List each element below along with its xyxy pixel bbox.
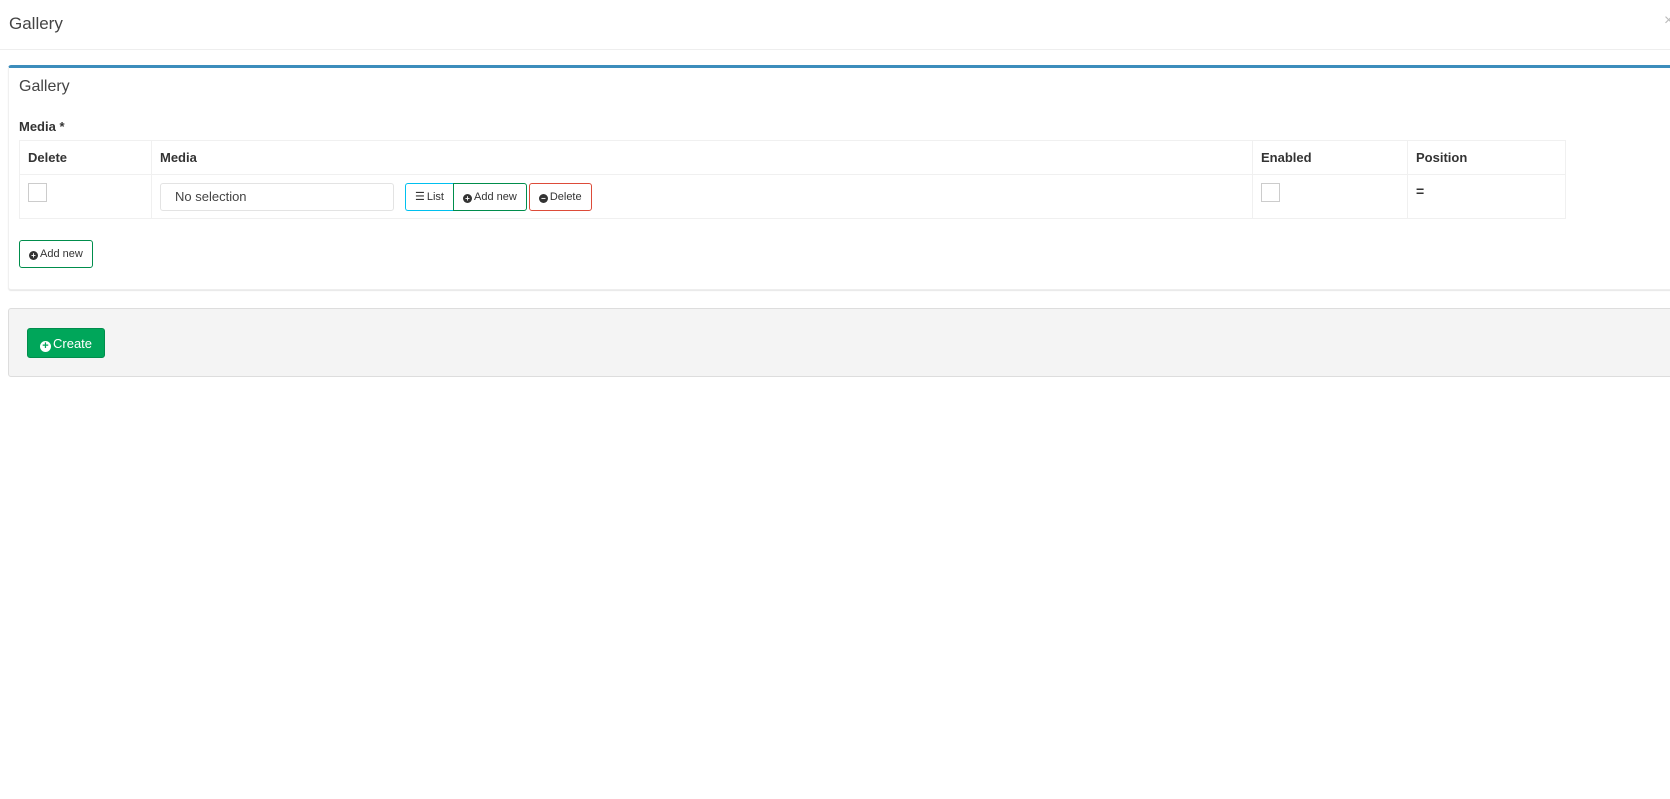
header-enabled: Enabled (1252, 140, 1408, 175)
position-cell: = (1407, 174, 1566, 219)
table-row: No selection ☰ List + Add new − Delete = (19, 174, 1566, 219)
gallery-box: Gallery Media * Delete Media Enabled Pos… (8, 65, 1670, 290)
plus-circle-icon: + (463, 194, 472, 203)
enabled-checkbox[interactable] (1261, 183, 1280, 202)
form-actions: + Create (8, 308, 1670, 377)
media-field-label: Media * (19, 119, 65, 134)
add-new-media-label: Add new (474, 191, 517, 203)
list-label: List (426, 191, 444, 203)
header-delete: Delete (19, 140, 152, 175)
plus-circle-icon: + (40, 341, 51, 352)
delete-media-label: Delete (549, 191, 582, 203)
list-icon: ☰ (415, 191, 425, 203)
enabled-cell (1252, 174, 1408, 219)
media-button-group: ☰ List + Add new − Delete (405, 183, 592, 211)
plus-circle-icon: + (29, 251, 38, 260)
media-selection-field[interactable]: No selection (160, 183, 394, 211)
list-button[interactable]: ☰ List (405, 183, 453, 211)
delete-cell (19, 174, 152, 219)
add-new-row-label: Add new (40, 248, 83, 260)
add-new-row-button[interactable]: + Add new (19, 240, 93, 268)
media-table: Delete Media Enabled Position No selecti… (19, 140, 1566, 219)
create-label: Create (53, 336, 93, 351)
create-button[interactable]: + Create (27, 328, 106, 358)
box-title: Gallery (19, 78, 70, 95)
drag-handle-icon[interactable]: = (1416, 183, 1424, 199)
media-cell: No selection ☰ List + Add new − Delete (151, 174, 1253, 219)
modal-header: Gallery × (0, 0, 1670, 50)
delete-checkbox[interactable] (28, 183, 47, 202)
close-icon[interactable]: × (1664, 12, 1670, 30)
header-media: Media (151, 140, 1253, 175)
header-position: Position (1407, 140, 1566, 175)
table-header-row: Delete Media Enabled Position (19, 140, 1566, 175)
delete-media-button[interactable]: − Delete (528, 183, 592, 211)
minus-circle-icon: − (538, 194, 548, 203)
add-new-media-button[interactable]: + Add new (453, 183, 527, 211)
modal-title: Gallery (9, 14, 63, 33)
